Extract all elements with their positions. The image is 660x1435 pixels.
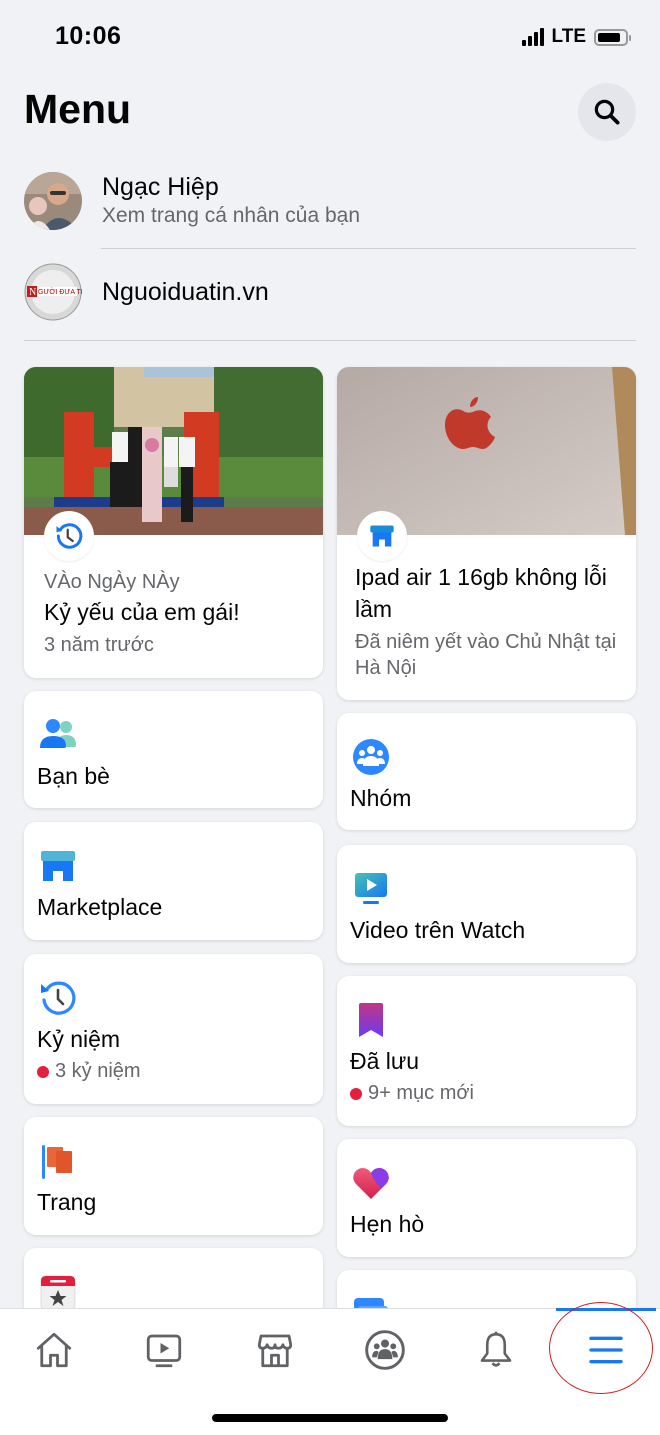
marketplace-shop-icon: [357, 511, 407, 561]
search-icon: [594, 99, 620, 125]
pages-flag-icon: [42, 1145, 72, 1179]
page-name: Nguoiduatin.vn: [102, 278, 269, 306]
bell-icon: [480, 1331, 512, 1367]
tab-notifications[interactable]: [466, 1325, 526, 1375]
marketplace-icon: [41, 851, 75, 881]
listing-photo: [337, 367, 636, 535]
profile-row[interactable]: Ngạc Hiệp Xem trang cá nhân của bạn: [24, 172, 636, 230]
shortcut-notification: 3 kỷ niệm: [37, 1060, 141, 1083]
shortcut-pages[interactable]: Trang: [24, 1117, 323, 1235]
signal-icon: [521, 28, 544, 46]
memory-title: Kỷ yếu của em gái!: [44, 599, 240, 625]
shortcut-label: Trang: [37, 1189, 97, 1215]
marketplace-tab-icon: [257, 1334, 293, 1368]
shortcut-friends[interactable]: Bạn bè: [24, 691, 323, 808]
status-bar: 10:06 LTE: [0, 0, 660, 70]
shortcut-label: Kỷ niệm: [37, 1026, 121, 1052]
memories-icon: [41, 981, 76, 1015]
shortcut-groups[interactable]: Nhóm: [337, 713, 636, 830]
memory-time: 3 năm trước: [44, 634, 154, 656]
avatar[interactable]: [24, 172, 82, 230]
notification-dot: [350, 1087, 362, 1100]
home-indicator: [212, 1414, 448, 1422]
groups-tab-icon: [365, 1330, 405, 1370]
page-avatar[interactable]: N GƯỜI ĐƯA TIN: [24, 263, 82, 321]
notification-dot: [37, 1065, 49, 1078]
status-time: 10:06: [55, 22, 122, 50]
tab-home[interactable]: [24, 1325, 84, 1375]
divider: [101, 248, 636, 249]
tab-marketplace[interactable]: [245, 1325, 305, 1375]
shortcut-label: Đã lưu: [350, 1048, 420, 1074]
shortcut-label: Hẹn hò: [350, 1211, 425, 1237]
profile-name: Ngạc Hiệp: [102, 173, 219, 201]
watch-tab-icon: [146, 1334, 182, 1368]
memory-card[interactable]: VÀo NgÀy NÀy Kỷ yếu của em gái! 3 năm tr…: [24, 367, 323, 678]
shortcut-marketplace[interactable]: Marketplace: [24, 822, 323, 940]
network-type: LTE: [551, 26, 586, 47]
svg-text:N: N: [29, 287, 36, 298]
profile-subtitle: Xem trang cá nhân của bạn: [102, 204, 361, 227]
shortcut-sub: 9+ mục mới: [368, 1082, 474, 1104]
friends-icon: [40, 719, 76, 748]
memory-photo: [24, 367, 323, 535]
events-calendar-icon: [40, 1275, 76, 1311]
watch-video-icon: [355, 873, 387, 904]
tab-groups[interactable]: [355, 1325, 415, 1375]
page-title: Menu: [24, 86, 132, 132]
home-icon: [36, 1332, 72, 1368]
saved-bookmark-icon: [359, 1003, 383, 1037]
listing-title: Ipad air 1 16gb không lỗi lầm: [355, 564, 607, 622]
annotation-circle: [549, 1302, 653, 1394]
search-button[interactable]: [578, 83, 636, 141]
shortcut-label: Marketplace: [37, 894, 163, 920]
page-row[interactable]: N GƯỜI ĐƯA TIN Nguoiduatin.vn: [24, 263, 636, 321]
status-indicators: LTE: [521, 26, 631, 48]
marketplace-listing-card[interactable]: Ipad air 1 16gb không lỗi lầm Đã niêm yế…: [337, 367, 636, 700]
memories-clock-icon: [44, 511, 94, 561]
svg-text:GƯỜI ĐƯA TIN: GƯỜI ĐƯA TIN: [38, 287, 82, 296]
groups-icon: [353, 739, 389, 775]
shortcut-label: Nhóm: [350, 785, 412, 811]
shortcut-sub: 3 kỷ niệm: [55, 1060, 141, 1082]
memory-eyebrow: VÀo NgÀy NÀy: [44, 571, 180, 593]
shortcut-notification: 9+ mục mới: [350, 1082, 474, 1105]
shortcut-label: Bạn bè: [37, 763, 110, 789]
divider: [24, 340, 636, 341]
battery-icon: [594, 28, 631, 46]
shortcut-label: Video trên Watch: [350, 917, 526, 943]
shortcut-memories[interactable]: Kỷ niệm 3 kỷ niệm: [24, 954, 323, 1104]
shortcut-watch[interactable]: Video trên Watch: [337, 845, 636, 963]
listing-subtitle: Đã niêm yết vào Chủ Nhật tại Hà Nội: [355, 631, 617, 679]
shortcut-saved[interactable]: Đã lưu 9+ mục mới: [337, 976, 636, 1126]
shortcut-dating[interactable]: Hẹn hò: [337, 1139, 636, 1257]
dating-heart-icon: [353, 1168, 389, 1199]
tab-watch[interactable]: [134, 1325, 194, 1375]
